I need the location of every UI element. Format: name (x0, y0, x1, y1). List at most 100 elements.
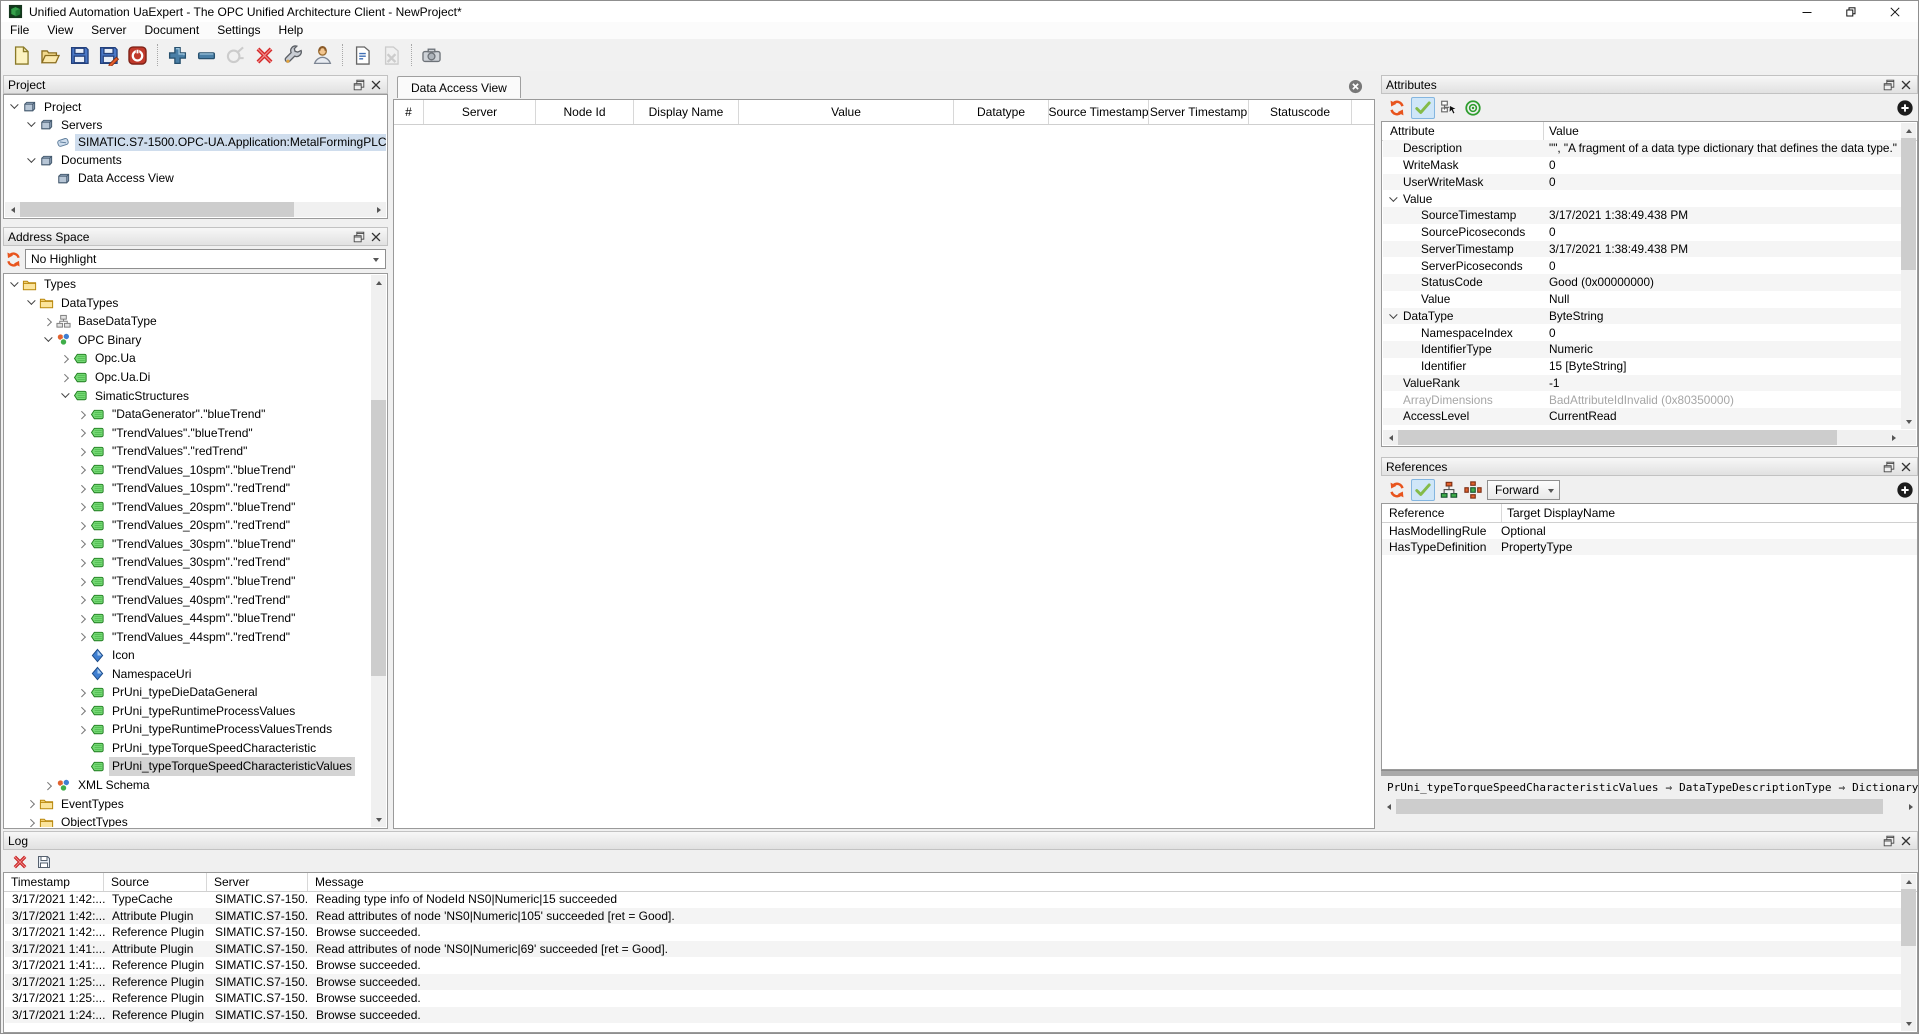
expander-open-icon[interactable] (1388, 311, 1399, 322)
hierarchical-references-icon[interactable] (1440, 481, 1458, 499)
column-header-reference[interactable]: Reference (1382, 504, 1502, 522)
close-button[interactable] (1873, 1, 1917, 22)
attribute-row[interactable]: Description"", "A fragment of a data typ… (1383, 140, 1901, 157)
attribute-row[interactable]: SourcePicoseconds0 (1383, 224, 1901, 241)
address-space-vertical-scrollbar[interactable] (371, 275, 386, 827)
expander-closed-icon[interactable] (60, 372, 71, 383)
tree-item[interactable]: "DataGenerator"."blueTrend" (5, 405, 371, 424)
attribute-row[interactable]: ServerTimestamp3/17/2021 1:38:49.438 PM (1383, 241, 1901, 258)
camera-button[interactable] (417, 41, 446, 69)
tree-item[interactable]: NamespaceUri (5, 664, 371, 683)
tree-item[interactable]: "TrendValues_30spm"."redTrend" (5, 553, 371, 572)
tree-item[interactable]: OPC Binary (5, 331, 371, 350)
attribute-row[interactable]: Identifier15 [ByteString] (1383, 358, 1901, 375)
tree-item[interactable]: PrUni_typeTorqueSpeedCharacteristic (5, 739, 371, 758)
references-horizontal-scrollbar[interactable] (1381, 799, 1918, 814)
close-panel-icon[interactable] (369, 230, 383, 244)
server-properties-button[interactable] (279, 41, 308, 69)
auto-update-toggle[interactable] (1411, 479, 1435, 501)
log-row[interactable]: 3/17/2021 1:42:...Attribute PluginSIMATI… (5, 908, 1901, 925)
expander-open-icon[interactable] (26, 119, 37, 130)
attribute-row[interactable]: IdentifierTypeNumeric (1383, 341, 1901, 358)
tree-item[interactable]: SIMATIC.S7-1500.OPC-UA.Application:Metal… (5, 134, 386, 152)
float-panel-icon[interactable] (1882, 78, 1896, 92)
tree-item[interactable]: "TrendValues_40spm"."blueTrend" (5, 572, 371, 591)
expander-closed-icon[interactable] (77, 576, 88, 587)
log-row[interactable]: 3/17/2021 1:24:...Reference PluginSIMATI… (5, 1007, 1901, 1024)
column-header-statuscode[interactable]: Statuscode (1249, 100, 1352, 124)
attribute-row[interactable]: StatusCodeGood (0x00000000) (1383, 274, 1901, 291)
save-document-as-button[interactable] (94, 41, 123, 69)
reference-row[interactable]: HasModellingRuleOptional (1382, 523, 1917, 539)
column-header-target-displayname[interactable]: Target DisplayName (1502, 504, 1917, 522)
follow-references-icon[interactable] (1464, 481, 1482, 499)
new-document-button[interactable] (7, 41, 36, 69)
attribute-row[interactable]: SourceTimestamp3/17/2021 1:38:49.438 PM (1383, 207, 1901, 224)
expander-closed-icon[interactable] (26, 817, 37, 827)
expand-all-icon[interactable] (1896, 481, 1914, 499)
menu-item-help[interactable]: Help (270, 22, 313, 39)
attributes-horizontal-scrollbar[interactable] (1383, 430, 1901, 445)
attribute-row[interactable]: UserWriteMask0 (1383, 174, 1901, 191)
column-header-source[interactable]: Source (104, 873, 207, 891)
close-panel-icon[interactable] (1899, 460, 1913, 474)
tree-item[interactable]: PrUni_typeTorqueSpeedCharacteristicValue… (5, 757, 371, 776)
tree-item[interactable]: Servers (5, 116, 386, 134)
close-panel-icon[interactable] (1899, 834, 1913, 848)
expander-closed-icon[interactable] (77, 724, 88, 735)
attribute-row[interactable]: ValueRank-1 (1383, 375, 1901, 392)
tree-item[interactable]: Opc.Ua (5, 349, 371, 368)
expander-closed-icon[interactable] (77, 631, 88, 642)
tree-item[interactable]: PrUni_typeRuntimeProcessValues (5, 702, 371, 721)
save-log-icon[interactable] (36, 854, 52, 870)
float-panel-icon[interactable] (1882, 460, 1896, 474)
add-server-button[interactable] (163, 41, 192, 69)
remove-document-button[interactable] (377, 41, 406, 69)
expander-open-icon[interactable] (1388, 194, 1399, 205)
attribute-row[interactable]: WriteMask0 (1383, 157, 1901, 174)
tab-data-access-view[interactable]: Data Access View (397, 76, 521, 98)
column-header-node-id[interactable]: Node Id (536, 100, 634, 124)
attribute-row[interactable]: ValueNull (1383, 291, 1901, 308)
close-tab-icon[interactable] (1348, 79, 1363, 94)
expander-closed-icon[interactable] (77, 464, 88, 475)
expander-closed-icon[interactable] (77, 409, 88, 420)
tree-item[interactable]: "TrendValues_40spm"."redTrend" (5, 590, 371, 609)
expander-open-icon[interactable] (9, 101, 20, 112)
log-vertical-scrollbar[interactable] (1901, 874, 1916, 1031)
expander-closed-icon[interactable] (77, 427, 88, 438)
tree-item[interactable]: Project (5, 98, 386, 116)
log-row[interactable]: 3/17/2021 1:25:...Reference PluginSIMATI… (5, 990, 1901, 1007)
save-document-button[interactable] (65, 41, 94, 69)
connect-server-button[interactable] (221, 41, 250, 69)
column-header-value[interactable]: Value (739, 100, 954, 124)
expander-open-icon[interactable] (26, 297, 37, 308)
tree-item[interactable]: "TrendValues_10spm"."redTrend" (5, 479, 371, 498)
attribute-row[interactable]: NamespaceIndex0 (1383, 324, 1901, 341)
add-document-button[interactable] (348, 41, 377, 69)
tree-item[interactable]: Opc.Ua.Di (5, 368, 371, 387)
column-header-datatype[interactable]: Datatype (954, 100, 1049, 124)
tree-item[interactable]: ObjectTypes (5, 813, 371, 827)
menu-item-file[interactable]: File (1, 22, 38, 39)
attributes-vertical-scrollbar[interactable] (1901, 123, 1916, 429)
change-user-button[interactable] (308, 41, 337, 69)
quit-button[interactable] (123, 41, 152, 69)
column-header-message[interactable]: Message (308, 873, 1917, 891)
tree-item[interactable]: Types (5, 275, 371, 294)
close-panel-icon[interactable] (369, 78, 383, 92)
expander-closed-icon[interactable] (77, 557, 88, 568)
column-header-attribute[interactable]: Attribute (1382, 122, 1544, 140)
log-row[interactable]: 3/17/2021 1:42:...TypeCacheSIMATIC.S7-15… (5, 891, 1901, 908)
tree-item[interactable]: PrUni_typeDieDataGeneral (5, 683, 371, 702)
tree-item[interactable]: "TrendValues_20spm"."blueTrend" (5, 498, 371, 517)
tree-item[interactable]: "TrendValues"."blueTrend" (5, 423, 371, 442)
highlight-target-icon[interactable] (1464, 99, 1482, 117)
expander-closed-icon[interactable] (77, 520, 88, 531)
column-header-display-name[interactable]: Display Name (634, 100, 739, 124)
menu-item-server[interactable]: Server (82, 22, 135, 39)
menu-item-document[interactable]: Document (135, 22, 208, 39)
column-header-value[interactable]: Value (1544, 122, 1917, 140)
attribute-row[interactable]: AccessLevelCurrentRead (1383, 408, 1901, 425)
refresh-references-icon[interactable] (1388, 481, 1406, 499)
